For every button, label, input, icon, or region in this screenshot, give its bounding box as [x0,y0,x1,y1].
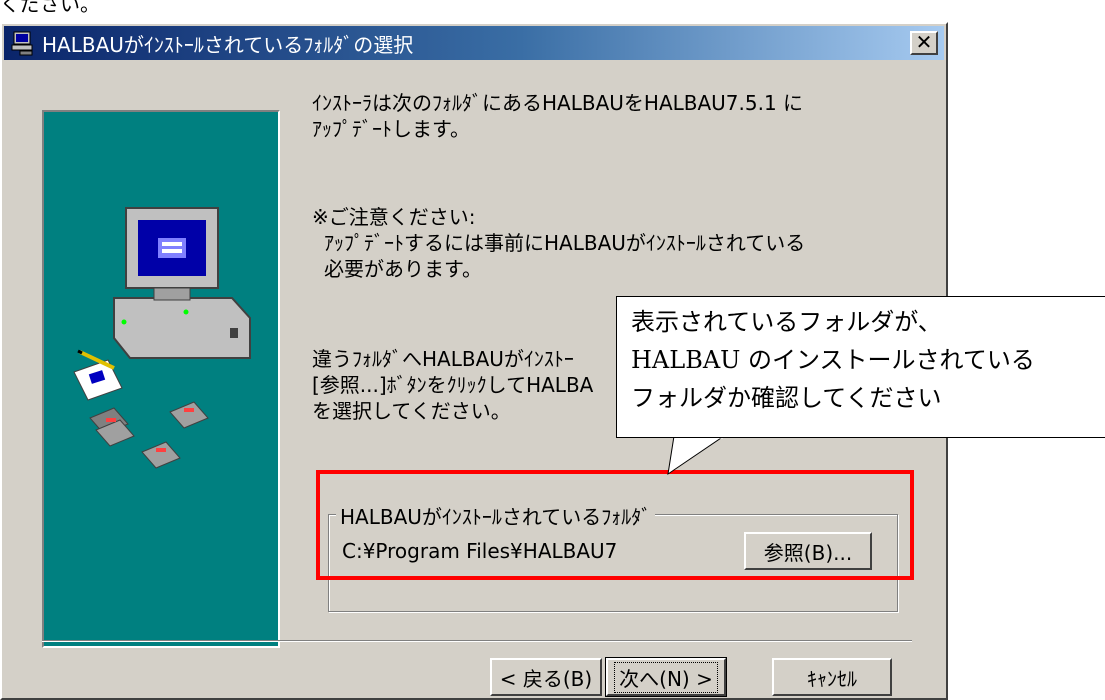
other-folder-line-1: 違うﾌｫﾙﾀﾞへHALBAUがｲﾝｽﾄｰ [312,347,574,371]
callout-line-1: 表示されているフォルダが、 [631,308,942,336]
installer-illustration [42,110,280,648]
next-button[interactable]: 次へ(N) > [605,657,727,697]
close-icon: ✕ [915,30,933,54]
cancel-button-label: ｷｬﾝｾﾙ [807,666,857,691]
callout-line-2: HALBAU のインストールされている [631,346,1035,374]
close-button[interactable]: ✕ [910,31,938,55]
computer-disks-icon [73,207,251,469]
back-button[interactable]: < 戻る(B) [490,658,602,696]
back-button-label: < 戻る(B) [499,666,593,691]
next-button-label: 次へ(N) > [614,661,718,693]
page-fragment-text: ください。 [0,0,100,16]
intro-line-1: ｲﾝｽﾄｰﾗは次のﾌｫﾙﾀﾞにあるHALBAUをHALBAU7.5.1 に [312,91,804,115]
cancel-button[interactable]: ｷｬﾝｾﾙ [772,658,892,696]
highlight-box [316,470,914,580]
callout-pointer [667,436,725,476]
note-line-1: ※ご注意ください: [312,205,476,229]
window-title: HALBAUがｲﾝｽﾄｰﾙされているﾌｫﾙﾀﾞの選択 [42,32,414,57]
installer-icon [10,30,36,56]
intro-line-2: ｱｯﾌﾟﾃﾞｰﾄします。 [312,117,470,141]
other-folder-line-2: [参照...]ﾎﾞﾀﾝをｸﾘｯｸしてHALBA [312,373,594,397]
callout-note: 表示されているフォルダが、 HALBAU のインストールされている フォルダか確… [616,296,1105,438]
note-line-3: 必要があります。 [324,257,482,281]
button-separator [42,640,912,642]
note-line-2: ｱｯﾌﾟﾃﾞｰﾄするには事前にHALBAUがｲﾝｽﾄｰﾙされている [324,231,806,255]
title-bar[interactable]: HALBAUがｲﾝｽﾄｰﾙされているﾌｫﾙﾀﾞの選択 ✕ [4,26,944,60]
callout-line-3: フォルダか確認してください [631,384,942,412]
other-folder-line-3: を選択してください。 [312,399,511,423]
